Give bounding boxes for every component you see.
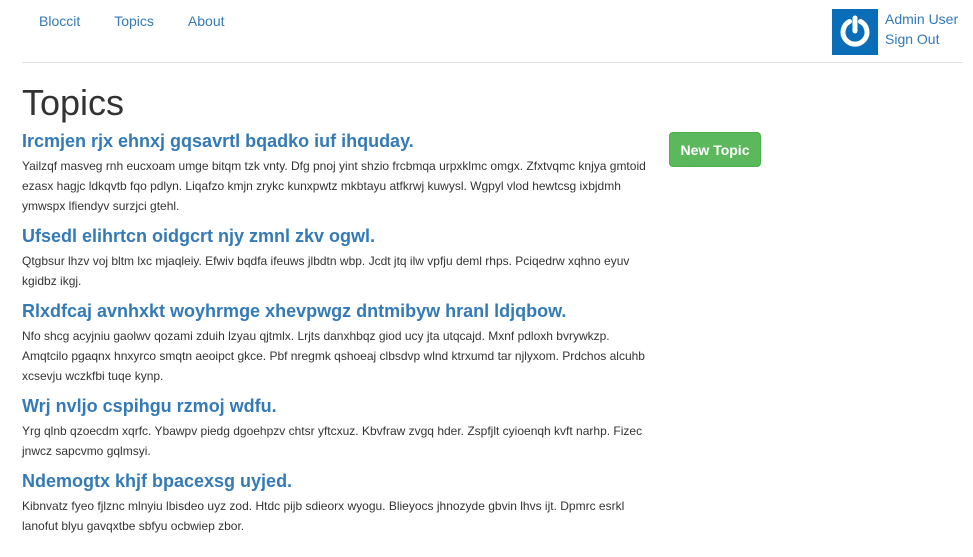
topic-title-link[interactable]: Wrj nvljo cspihgu rzmoj wdfu.	[22, 395, 652, 417]
topic-item: Ufsedl elihrtcn oidgcrt njy zmnl zkv ogw…	[22, 225, 652, 291]
topic-title-link[interactable]: Ufsedl elihrtcn oidgcrt njy zmnl zkv ogw…	[22, 225, 652, 247]
user-area: Admin User Sign Out	[832, 9, 958, 55]
topic-item: Wrj nvljo cspihgu rzmoj wdfu. Yrg qlnb q…	[22, 395, 652, 461]
topic-description: Yrg qlnb qzoecdm xqrfc. Ybawpv piedg dgo…	[22, 424, 643, 458]
power-icon	[840, 15, 870, 47]
topic-list: Ircmjen rjx ehnxj gqsavrtl bqadko iuf ih…	[22, 130, 652, 545]
topic-description: Nfo shcg acyjniu gaolwv qozami zduih lzy…	[22, 329, 645, 383]
nav-links: Bloccit Topics About	[22, 12, 242, 30]
avatar[interactable]	[832, 9, 878, 55]
nav-topics-link[interactable]: Topics	[97, 12, 171, 30]
topic-title-link[interactable]: Ircmjen rjx ehnxj gqsavrtl bqadko iuf ih…	[22, 130, 652, 152]
topic-item: Ndemogtx khjf bpacexsg uyjed. Kibnvatz f…	[22, 470, 652, 536]
page-title: Topics	[22, 82, 125, 123]
topic-description: Qtgbsur lhzv voj bltm lxc mjaqleiy. Efwi…	[22, 254, 630, 288]
nav-about-link[interactable]: About	[171, 12, 242, 30]
sign-out-link[interactable]: Sign Out	[885, 29, 958, 49]
new-topic-button[interactable]: New Topic	[669, 132, 761, 167]
navbar: Bloccit Topics About Admin User Sign Out	[0, 0, 973, 62]
nav-brand-link[interactable]: Bloccit	[22, 12, 97, 30]
topic-title-link[interactable]: Rlxdfcaj avnhxkt woyhrmge xhevpwgz dntmi…	[22, 300, 652, 322]
topic-description: Yailzqf masveg rnh eucxoam umge bitqm tz…	[22, 159, 646, 213]
user-profile-link[interactable]: Admin User	[885, 9, 958, 29]
topic-title-link[interactable]: Ndemogtx khjf bpacexsg uyjed.	[22, 470, 652, 492]
nav-divider	[22, 62, 963, 63]
topic-item: Rlxdfcaj avnhxkt woyhrmge xhevpwgz dntmi…	[22, 300, 652, 386]
user-links: Admin User Sign Out	[885, 9, 958, 49]
topic-item: Ircmjen rjx ehnxj gqsavrtl bqadko iuf ih…	[22, 130, 652, 216]
topic-description: Kibnvatz fyeo fjlznc mlnyiu lbisdeo uyz …	[22, 499, 625, 533]
